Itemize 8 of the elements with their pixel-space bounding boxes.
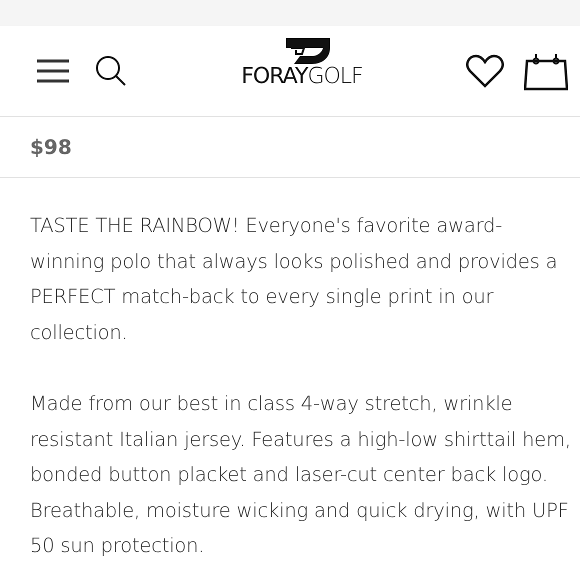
- description-paragraph: TASTE THE RAINBOW! Everyone's favorite award-winning polo that always looks polished and provides a PERFECT match-back to every single print in our collection.: [30, 213, 558, 346]
- menu-icon[interactable]: [36, 58, 70, 84]
- description-paragraph: Made from our best in class 4-way stretch, wrinkle resistant Italian jersey. Features a high-low shirttail hem, bonded button placket and laser-cut center back logo. Breathable, moisture wicking and quick drying, with UPF 50 sun protection.: [30, 391, 572, 559]
- shopping-bag-icon[interactable]: [524, 51, 568, 91]
- heart-icon[interactable]: [466, 54, 504, 88]
- price: $98: [0, 117, 580, 178]
- search-icon[interactable]: [94, 54, 128, 88]
- brand-logo[interactable]: FORAYGOLF: [241, 66, 363, 88]
